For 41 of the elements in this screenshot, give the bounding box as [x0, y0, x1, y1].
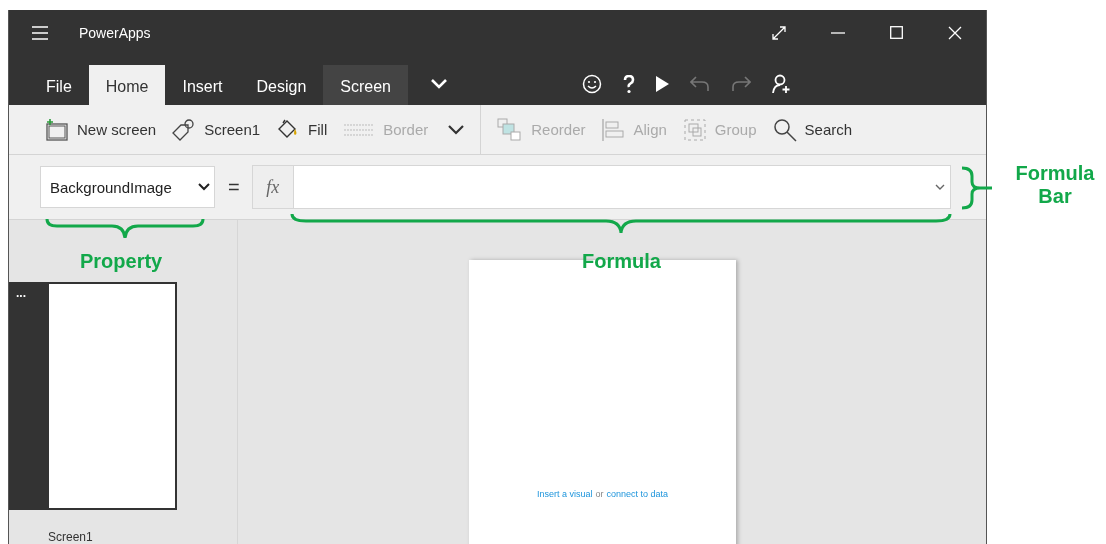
screen-thumbnail[interactable]: ...	[9, 282, 177, 510]
annotation-label: Formula	[582, 250, 661, 273]
new-screen-icon	[45, 118, 69, 141]
tag-icon	[172, 118, 197, 141]
function-button[interactable]: fx	[251, 165, 294, 209]
ribbon-tab[interactable]: Insert	[165, 65, 240, 105]
ribbon-tab[interactable]: Design	[239, 65, 324, 105]
border-icon	[343, 122, 376, 137]
toolbar-button[interactable]: Search	[766, 111, 859, 148]
toolbar-button[interactable]: Fill	[270, 111, 334, 148]
brace	[960, 166, 994, 210]
screen-name: Screen1	[48, 530, 94, 544]
chevron-down-icon	[198, 183, 210, 191]
window-title: PowerApps	[79, 24, 151, 41]
smiley-icon[interactable]	[582, 74, 602, 94]
play-icon[interactable]	[656, 76, 669, 92]
property-dropdown[interactable]: BackgroundImage	[40, 166, 215, 208]
more-options[interactable]: ...	[16, 287, 26, 299]
maximize-icon[interactable]	[890, 26, 903, 39]
fullscreen-icon[interactable]	[772, 25, 786, 40]
annotation-label: Property	[80, 250, 163, 273]
search-icon	[772, 117, 797, 142]
align-icon	[601, 117, 626, 142]
formula-input[interactable]	[293, 165, 951, 209]
toolbar-button[interactable]: New screen	[39, 111, 163, 148]
minimize-icon[interactable]	[831, 31, 845, 34]
ribbon-tab[interactable]: File	[29, 65, 89, 105]
ribbon-tab[interactable]: Home	[88, 65, 166, 105]
group-icon	[682, 117, 707, 142]
chevron-down-icon[interactable]	[448, 124, 465, 135]
chevron-down-icon[interactable]	[934, 184, 945, 190]
layers-icon	[497, 117, 524, 142]
message-text: or	[595, 489, 604, 501]
equals-sign: =	[228, 175, 240, 199]
menu-icon[interactable]	[31, 25, 49, 40]
ribbon-tab[interactable]: Screen	[323, 65, 408, 105]
add-user-icon[interactable]	[772, 74, 792, 94]
close-icon[interactable]	[948, 25, 962, 40]
toolbar-button[interactable]: Screen1	[166, 111, 267, 148]
annotation-label: Formula Bar	[1014, 162, 1096, 208]
help-icon[interactable]	[623, 74, 635, 94]
